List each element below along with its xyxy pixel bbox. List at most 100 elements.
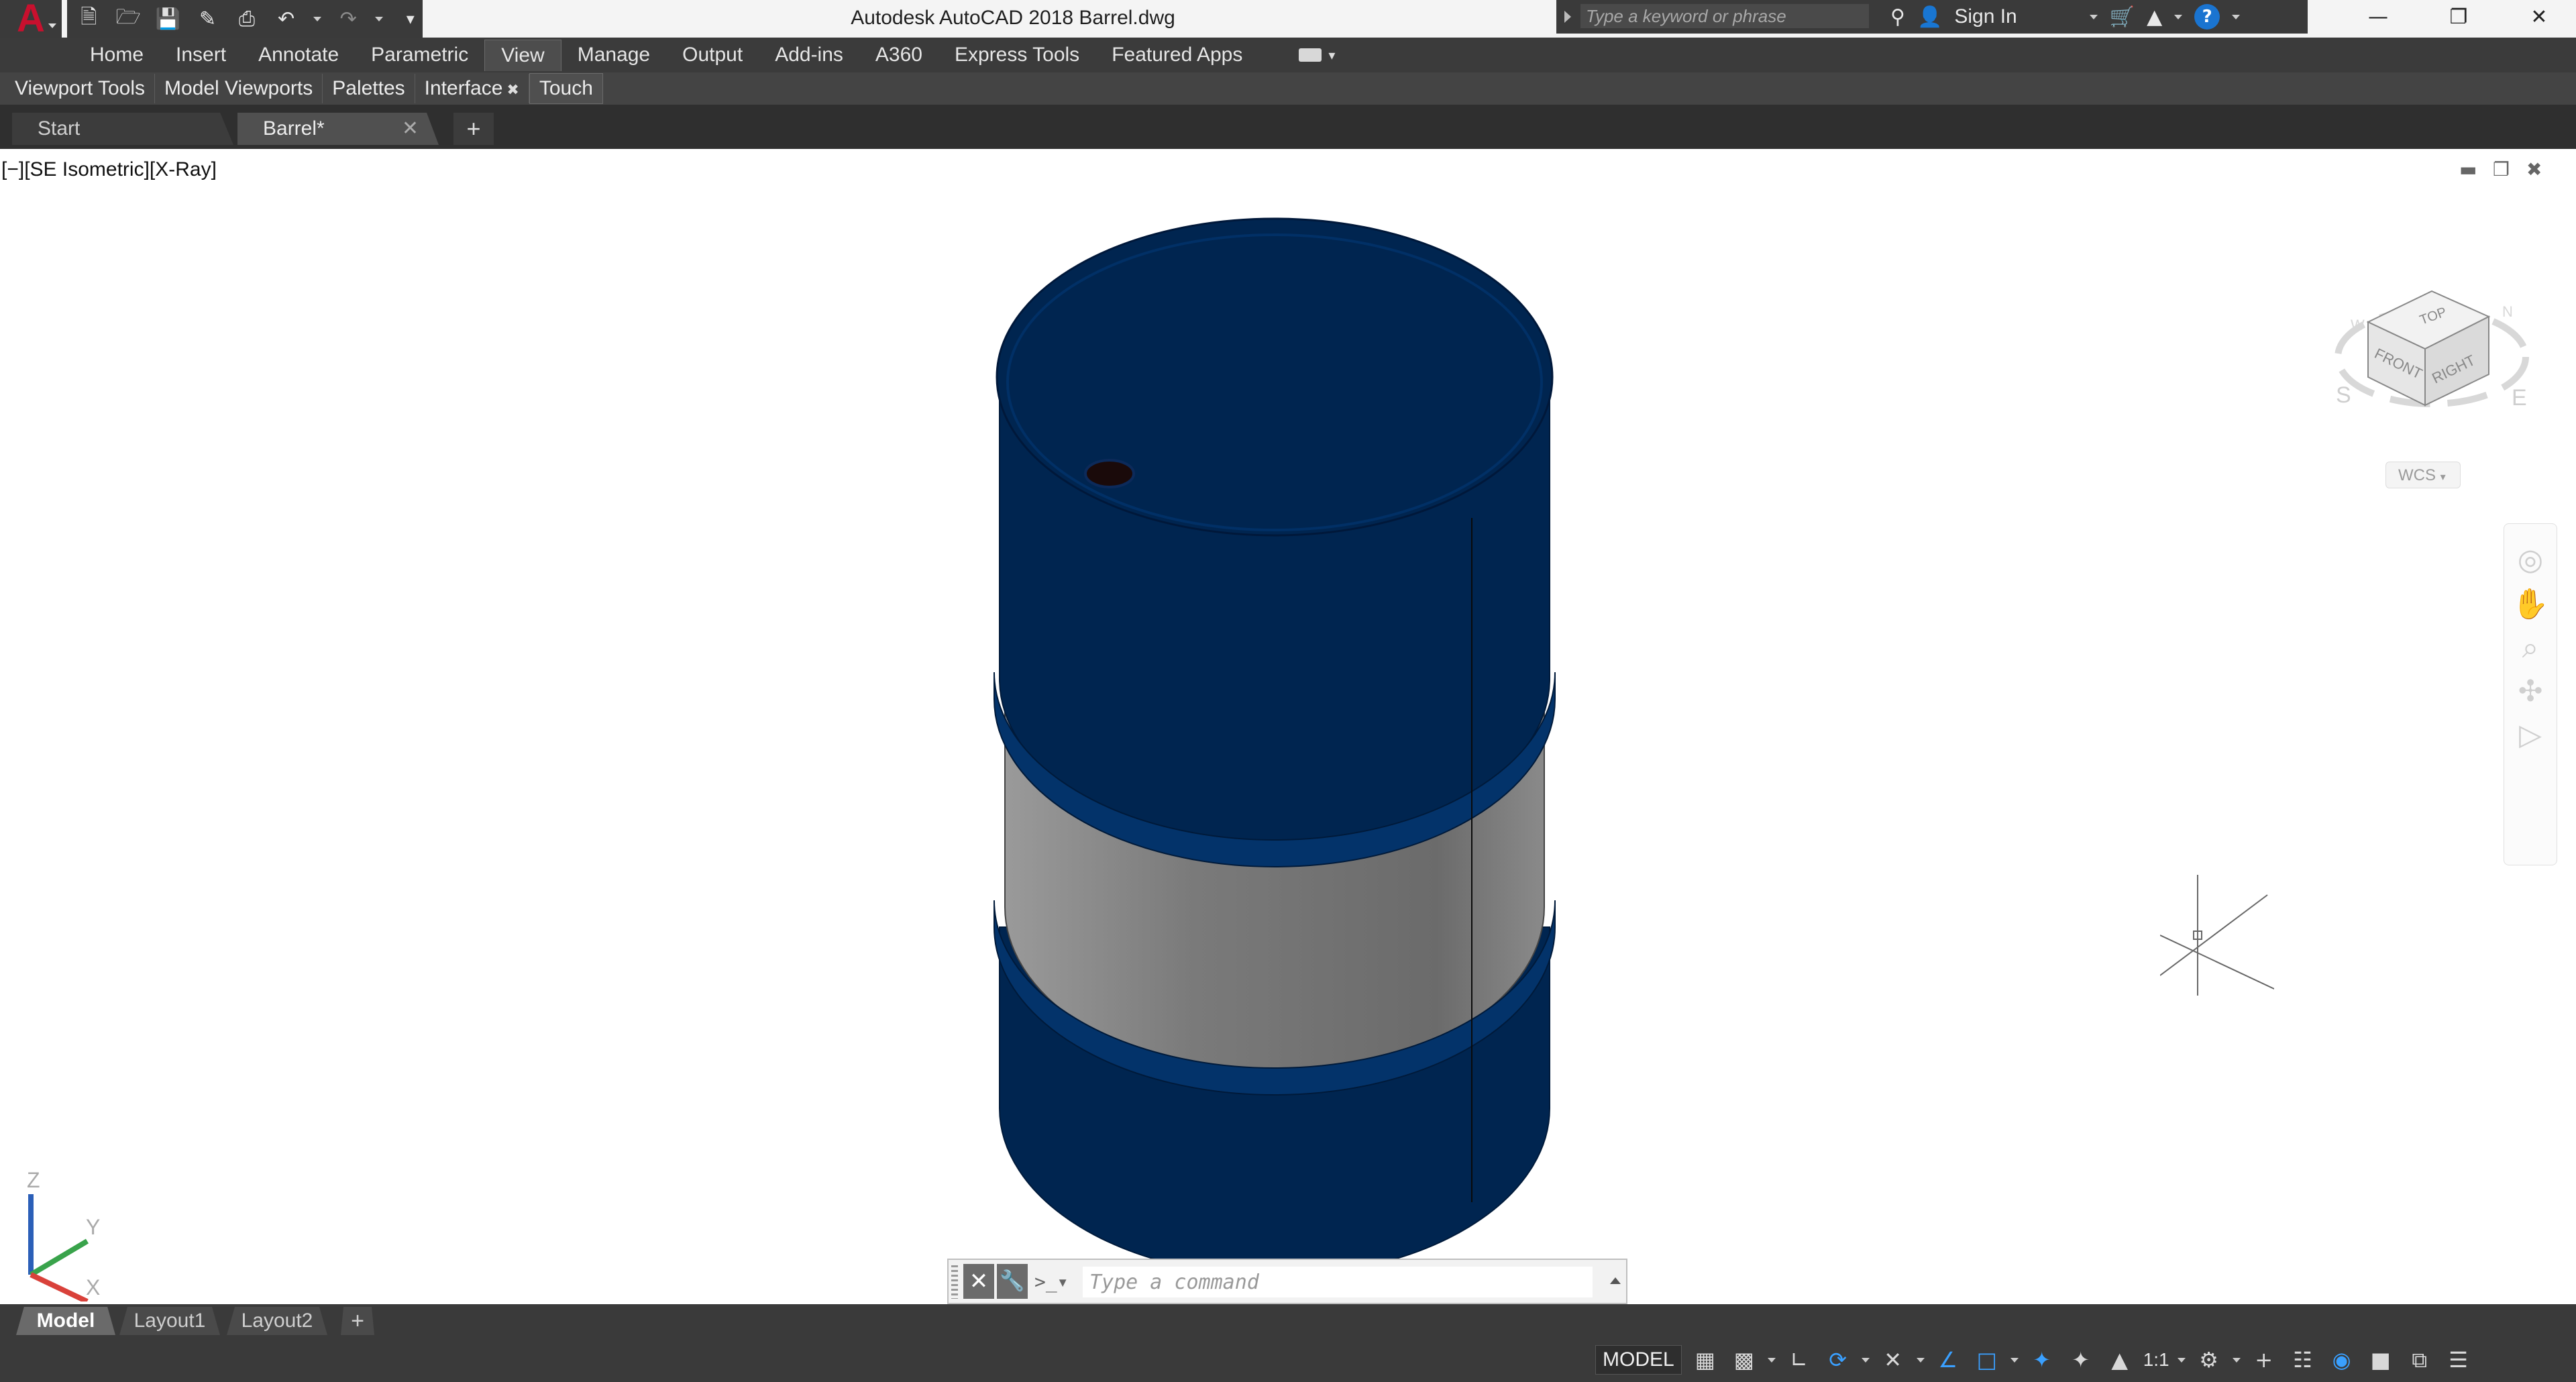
- model-space-button[interactable]: MODEL: [1595, 1345, 1682, 1375]
- file-tab-barrel[interactable]: Barrel* ✕: [237, 113, 439, 145]
- add-layout-button[interactable]: +: [341, 1307, 374, 1335]
- scale-dropdown-icon[interactable]: [2177, 1357, 2186, 1363]
- viewport-minimize-icon[interactable]: ▬: [2459, 158, 2477, 180]
- panel-interface[interactable]: Interface ✖: [415, 74, 529, 103]
- panel-model-viewports[interactable]: Model Viewports: [155, 74, 323, 103]
- file-tab-start[interactable]: Start: [12, 113, 233, 145]
- grid-icon[interactable]: ▦: [1690, 1344, 1721, 1375]
- customize-icon[interactable]: ▾: [398, 7, 423, 30]
- exchange-icon[interactable]: ▲: [2147, 5, 2162, 29]
- quick-access-toolbar: 🗎 🗁 💾 ✎ ⎙ ↶ ↷ ▾: [67, 0, 423, 38]
- save-icon[interactable]: 💾: [156, 7, 180, 31]
- panel-touch[interactable]: Touch: [529, 73, 603, 104]
- wcs-menu-button[interactable]: WCS ▾: [2385, 462, 2461, 488]
- open-icon[interactable]: 🗁: [116, 5, 141, 30]
- viewport-close-icon[interactable]: ✖: [2526, 158, 2542, 180]
- barrel-model[interactable]: [973, 216, 1576, 1263]
- layout-tab-model[interactable]: Model: [16, 1307, 115, 1335]
- snap-dropdown-icon[interactable]: [1767, 1357, 1776, 1363]
- object-snap-tracking-icon[interactable]: ∠: [1933, 1344, 1964, 1375]
- barrel-top-lid: [996, 217, 1554, 537]
- isolate-objects-icon[interactable]: ■: [2365, 1344, 2396, 1375]
- undo-icon[interactable]: ↶: [274, 7, 299, 31]
- auto-scale-icon[interactable]: ✦: [2065, 1344, 2096, 1375]
- polar-dropdown-icon[interactable]: [1861, 1357, 1870, 1363]
- annotation-visibility-icon[interactable]: ✦: [2027, 1344, 2057, 1375]
- clean-screen-icon[interactable]: ⧉: [2404, 1344, 2435, 1375]
- save-as-icon[interactable]: ✎: [195, 7, 220, 31]
- snap-icon[interactable]: ▩: [1729, 1344, 1760, 1375]
- layout-tabs: Model Layout1 Layout2 +: [0, 1304, 2576, 1338]
- viewport-controls-label[interactable]: [−][SE Isometric][X-Ray]: [1, 158, 217, 181]
- close-window-button[interactable]: ✕: [2502, 0, 2576, 34]
- layout-tab-layout2[interactable]: Layout2: [227, 1307, 327, 1335]
- osnap-dropdown-icon[interactable]: [2010, 1357, 2019, 1363]
- undo-dropdown-icon[interactable]: [313, 16, 321, 21]
- annotation-scale-value[interactable]: 1:1: [2143, 1349, 2169, 1371]
- tab-output[interactable]: Output: [666, 40, 759, 70]
- tab-express-tools[interactable]: Express Tools: [938, 40, 1095, 70]
- command-line-grip-icon[interactable]: [951, 1265, 958, 1299]
- orbit-icon[interactable]: ✣: [2518, 674, 2543, 708]
- print-icon[interactable]: ⎙: [235, 7, 260, 31]
- minimize-button[interactable]: —: [2341, 0, 2415, 34]
- exchange-dropdown-icon[interactable]: [2174, 14, 2183, 19]
- object-snap-icon[interactable]: □: [1972, 1344, 2002, 1375]
- tab-manage[interactable]: Manage: [561, 40, 666, 70]
- units-icon[interactable]: ☷: [2288, 1344, 2318, 1375]
- tab-insert[interactable]: Insert: [160, 40, 242, 70]
- command-input[interactable]: [1083, 1267, 1593, 1297]
- close-icon[interactable]: ✕: [963, 1264, 994, 1299]
- ortho-icon[interactable]: ∟: [1784, 1344, 1815, 1375]
- new-icon[interactable]: 🗎: [76, 5, 101, 30]
- tab-home[interactable]: Home: [74, 40, 160, 70]
- new-tab-button[interactable]: +: [453, 113, 494, 145]
- wrench-icon[interactable]: 🔧: [997, 1264, 1028, 1299]
- layout-tab-layout1[interactable]: Layout1: [119, 1307, 220, 1335]
- steering-wheel-icon[interactable]: ◎: [2518, 543, 2543, 577]
- command-prompt-icon[interactable]: >_▾: [1034, 1271, 1069, 1293]
- user-icon[interactable]: 👤: [1917, 5, 1942, 29]
- help-dropdown-icon[interactable]: [2232, 14, 2241, 19]
- redo-icon[interactable]: ↷: [336, 7, 361, 31]
- pan-hand-icon[interactable]: ✋: [2512, 586, 2549, 621]
- crosshair-cursor: [2160, 875, 2274, 996]
- tab-parametric[interactable]: Parametric: [355, 40, 484, 70]
- panel-interface-label: Interface: [424, 77, 503, 99]
- drawing-viewport[interactable]: [−][SE Isometric][X-Ray] ▬ ❐ ✖ TOP FRONT…: [0, 149, 2576, 1304]
- panel-viewport-tools[interactable]: Viewport Tools: [5, 74, 156, 103]
- cart-icon[interactable]: 🛒: [2110, 5, 2135, 29]
- showmotion-icon[interactable]: ▷: [2519, 718, 2542, 752]
- close-icon[interactable]: ✕: [402, 113, 419, 145]
- command-history-icon[interactable]: [1610, 1277, 1621, 1284]
- plus-icon[interactable]: +: [2249, 1344, 2279, 1375]
- polar-tracking-icon[interactable]: ⟳: [1823, 1344, 1854, 1375]
- expand-arrow-icon[interactable]: [1564, 11, 1571, 23]
- tab-add-ins[interactable]: Add-ins: [759, 40, 859, 70]
- workspace-dropdown-icon[interactable]: [2232, 1357, 2241, 1363]
- annotation-scale-icon[interactable]: ▲: [2104, 1344, 2135, 1375]
- zoom-extents-icon[interactable]: ⌕: [2522, 631, 2539, 665]
- panel-palettes[interactable]: Palettes: [323, 74, 415, 103]
- workspace-gear-icon[interactable]: ⚙: [2194, 1344, 2224, 1375]
- tab-annotate[interactable]: Annotate: [242, 40, 355, 70]
- isodraft-icon[interactable]: ✕: [1878, 1344, 1909, 1375]
- tab-featured-apps[interactable]: Featured Apps: [1095, 40, 1258, 70]
- tab-a360[interactable]: A360: [859, 40, 938, 70]
- sign-in-button[interactable]: Sign In: [1954, 5, 2017, 28]
- restore-button[interactable]: ❐: [2422, 0, 2496, 34]
- panel-expand-icon[interactable]: ✖: [506, 81, 519, 98]
- help-icon[interactable]: ?: [2194, 4, 2220, 30]
- search-input[interactable]: [1580, 4, 1869, 28]
- ribbon-display-toggle[interactable]: ▾: [1299, 47, 1335, 63]
- customization-menu-icon[interactable]: ☰: [2443, 1344, 2474, 1375]
- redo-dropdown-icon[interactable]: [375, 16, 384, 21]
- viewcube[interactable]: TOP FRONT RIGHT S E W N: [2321, 250, 2542, 451]
- hardware-acceleration-icon[interactable]: ◉: [2326, 1344, 2357, 1375]
- viewport-restore-icon[interactable]: ❐: [2493, 158, 2510, 180]
- sign-in-dropdown-icon[interactable]: [2089, 14, 2098, 19]
- tab-view[interactable]: View: [484, 39, 561, 71]
- application-menu-button[interactable]: A: [0, 0, 62, 38]
- isodraft-dropdown-icon[interactable]: [1916, 1357, 1925, 1363]
- binoculars-icon[interactable]: ⚲: [1890, 5, 1905, 29]
